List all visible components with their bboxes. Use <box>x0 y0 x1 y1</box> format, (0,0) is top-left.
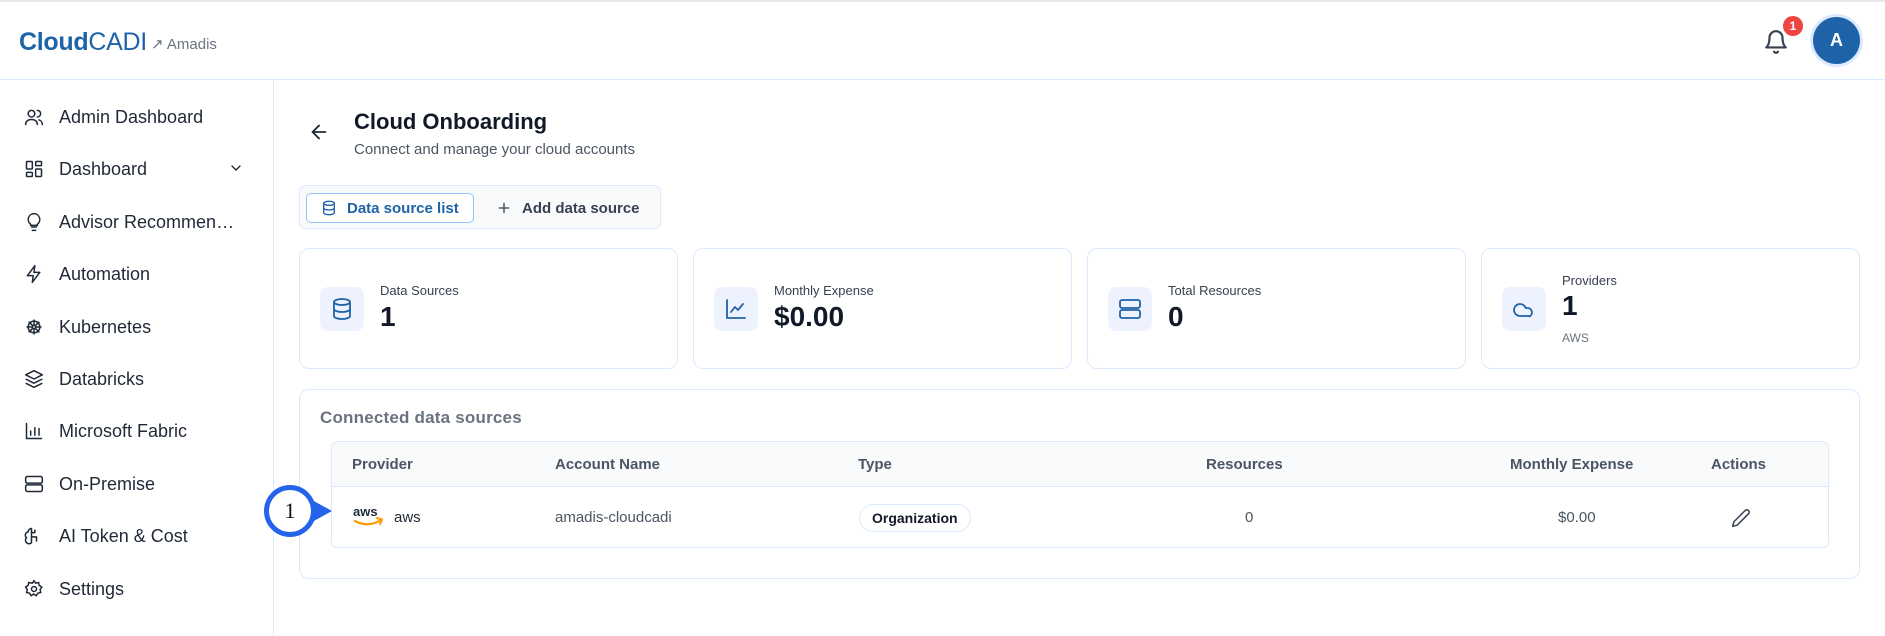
sidebar-item-advisor[interactable]: Advisor Recommend... <box>0 202 274 242</box>
grid-icon <box>24 159 44 179</box>
stat-label: Providers <box>1562 273 1617 288</box>
step-marker-pointer <box>312 500 332 522</box>
account-name: amadis-cloudcadi <box>555 509 672 526</box>
line-chart-icon <box>714 287 758 331</box>
data-sources-table: Provider Account Name Type Resources Mon… <box>331 441 1829 548</box>
sidebar-item-databricks[interactable]: Databricks <box>0 359 274 399</box>
app-logo[interactable]: CloudCADI <box>19 28 147 57</box>
column-header-provider: Provider <box>352 456 413 473</box>
stat-note: AWS <box>1562 331 1589 345</box>
sidebar-item-label: Kubernetes <box>59 316 152 337</box>
chevron-down-icon[interactable] <box>228 160 244 176</box>
step-marker: 1 <box>264 485 316 537</box>
sidebar-item-label: Dashboard <box>59 158 148 179</box>
database-icon <box>321 200 337 216</box>
section-title: Connected data sources <box>320 408 522 427</box>
table-row[interactable]: aws aws amadis-cloudcadi Organization 0 … <box>332 488 1828 547</box>
users-icon <box>24 107 44 127</box>
lightbulb-icon <box>24 212 44 232</box>
column-header-expense: Monthly Expense <box>1510 456 1634 473</box>
page-subtitle: Connect and manage your cloud accounts <box>354 141 636 158</box>
stat-value: 1 <box>380 301 396 332</box>
back-arrow-icon[interactable] <box>308 121 330 143</box>
stat-value: 0 <box>1168 301 1184 332</box>
server-icon <box>1108 287 1152 331</box>
logo-light-text: CADI <box>88 28 147 56</box>
database-icon <box>320 287 364 331</box>
brain-icon <box>24 526 44 546</box>
stat-card-total-resources: Total Resources 0 <box>1087 248 1466 369</box>
tab-bar: Data source list Add data source <box>299 185 661 229</box>
sidebar-item-label: Automation <box>59 263 151 284</box>
tab-label: Data source list <box>347 199 459 217</box>
sidebar-item-label: AI Token & Cost <box>59 525 188 546</box>
tab-data-source-list[interactable]: Data source list <box>306 193 474 223</box>
column-header-resources: Resources <box>1206 456 1283 473</box>
stat-label: Total Resources <box>1168 283 1262 298</box>
tab-label: Add data source <box>522 199 640 217</box>
sidebar-item-ai-token-cost[interactable]: AI Token & Cost <box>0 516 274 556</box>
sidebar-item-on-premise[interactable]: On-Premise <box>0 464 274 504</box>
sidebar-item-label: Advisor Recommend... <box>59 211 239 232</box>
user-avatar[interactable]: A <box>1813 17 1860 64</box>
sidebar-item-kubernetes[interactable]: Kubernetes <box>0 307 274 347</box>
stat-value: $0.00 <box>774 301 845 332</box>
plus-icon <box>496 200 512 216</box>
sidebar-item-label: Settings <box>59 578 125 599</box>
stat-card-providers: Providers 1 AWS <box>1481 248 1860 369</box>
tenant-link[interactable]: ↗ Amadis <box>151 35 217 53</box>
layers-icon <box>24 369 44 389</box>
page-title: Cloud Onboarding <box>354 109 548 134</box>
pencil-icon[interactable] <box>1731 508 1751 528</box>
column-header-type: Type <box>858 456 892 473</box>
provider-name: aws <box>394 509 421 526</box>
top-bar: CloudCADI ↗ Amadis 1 A <box>0 0 1885 80</box>
stat-card-monthly-expense: Monthly Expense $0.00 <box>693 248 1072 369</box>
server-icon <box>24 474 44 494</box>
cloud-icon <box>1502 287 1546 331</box>
sidebar-item-label: On-Premise <box>59 473 156 494</box>
sidebar-item-label: Admin Dashboard <box>59 106 204 127</box>
lightning-icon <box>24 264 44 284</box>
stat-card-data-sources: Data Sources 1 <box>299 248 678 369</box>
connected-data-sources-card: Connected data sources Provider Account … <box>299 389 1860 579</box>
aws-logo-icon: aws <box>353 504 384 526</box>
logo-bold-text: Cloud <box>19 28 89 56</box>
sidebar-item-automation[interactable]: Automation <box>0 254 274 294</box>
column-header-account: Account Name <box>555 456 661 473</box>
notification-badge: 1 <box>1783 16 1803 36</box>
helm-icon <box>24 317 44 337</box>
resources-count: 0 <box>1245 509 1254 526</box>
stat-value: 1 <box>1562 290 1578 321</box>
sidebar-item-dashboard[interactable]: Dashboard <box>0 149 274 189</box>
sidebar-item-microsoft-fabric[interactable]: Microsoft Fabric <box>0 411 274 451</box>
sidebar-item-settings[interactable]: Settings <box>0 569 274 609</box>
column-header-actions: Actions <box>1711 456 1767 473</box>
stat-label: Data Sources <box>380 283 459 298</box>
monthly-expense: $0.00 <box>1558 509 1596 526</box>
aws-logo-text: aws <box>353 504 378 519</box>
table-header: Provider Account Name Type Resources Mon… <box>332 442 1828 487</box>
sidebar: Admin Dashboard Dashboard Advisor Recomm… <box>0 80 274 636</box>
tab-add-data-source[interactable]: Add data source <box>482 193 654 223</box>
bar-chart-icon <box>24 421 44 441</box>
stat-label: Monthly Expense <box>774 283 874 298</box>
sidebar-item-admin-dashboard[interactable]: Admin Dashboard <box>0 97 274 137</box>
sidebar-item-label: Databricks <box>59 368 145 389</box>
sidebar-item-label: Microsoft Fabric <box>59 420 188 441</box>
gear-icon <box>24 579 44 599</box>
type-badge: Organization <box>859 504 971 532</box>
